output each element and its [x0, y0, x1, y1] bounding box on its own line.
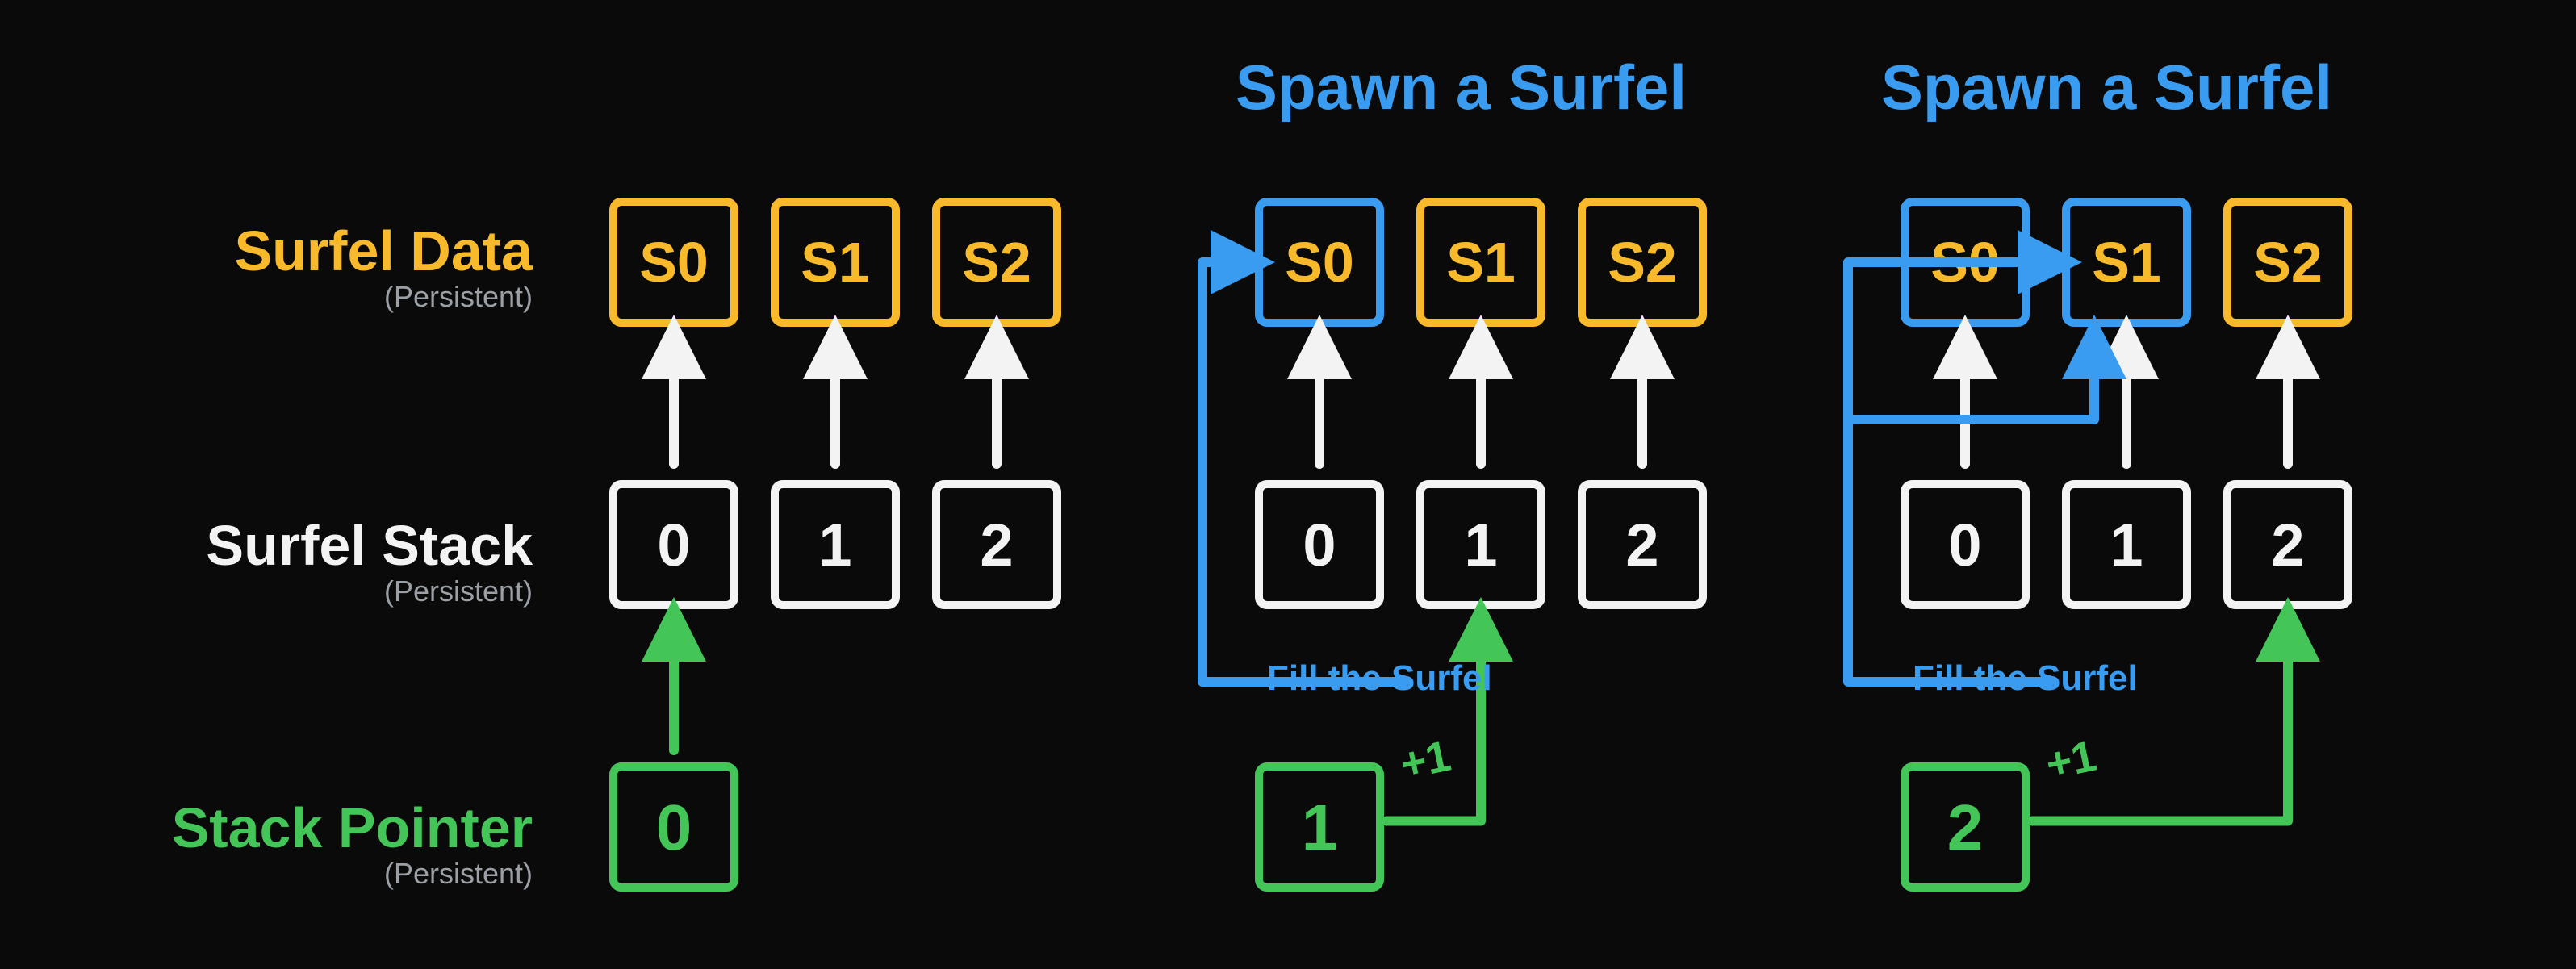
- stack-pointer-value: 1: [1302, 791, 1338, 863]
- fill-label: Fill the Surfel: [1267, 658, 1492, 698]
- surfel-stack-cell-text: 2: [1625, 512, 1658, 578]
- frame-1: Spawn a Surfel S0 S1 S2 0 1 2 1 +1 Fill the Surfe…: [1202, 52, 1703, 888]
- surfel-stack-cell-text: 2: [980, 512, 1013, 578]
- surfel-data-cell-text: S1: [1446, 231, 1516, 294]
- surfel-stack-cell-text: 1: [818, 512, 851, 578]
- surfel-stack-label: Surfel Stack: [206, 514, 533, 577]
- surfel-data-cell-text: S0: [639, 231, 709, 294]
- plus-one-label: +1: [2042, 732, 2101, 789]
- surfel-data-cell-text: S0: [1285, 231, 1354, 294]
- plus-one-label: +1: [1396, 732, 1455, 789]
- surfel-stack-cell-text: 0: [657, 512, 690, 578]
- spawn-title: Spawn a Surfel: [1881, 52, 2332, 123]
- surfel-data-cell-text: S1: [801, 231, 870, 294]
- stack-pointer-label: Stack Pointer: [172, 796, 533, 859]
- surfel-data-cell-text: S1: [2092, 231, 2161, 294]
- stack-pointer-persistent: (Persistent): [384, 857, 533, 890]
- stack-pointer-value: 2: [1947, 791, 1984, 863]
- diagram-root: Surfel Data (Persistent) Surfel Stack (P…: [0, 0, 2576, 969]
- surfel-stack-cell-text: 2: [2271, 512, 2304, 578]
- frame-2: Spawn a SurfelS0S1S20122+1Fill the Surfe…: [1848, 52, 2348, 888]
- surfel-data-cell-text: S2: [2253, 231, 2323, 294]
- surfel-data-label: Surfel Data: [234, 219, 533, 282]
- surfel-data-persistent: (Persistent): [384, 280, 533, 313]
- frame-0: S0 S1 S2 0 1 2 0: [613, 202, 1057, 888]
- surfel-data-cell-text: S2: [962, 231, 1031, 294]
- surfel-stack-persistent: (Persistent): [384, 574, 533, 608]
- surfel-stack-cell-text: 0: [1948, 512, 1981, 578]
- spawn-title: Spawn a Surfel: [1236, 52, 1687, 123]
- surfel-stack-cell-text: 1: [1464, 512, 1497, 578]
- row-labels: Surfel Data (Persistent) Surfel Stack (P…: [172, 219, 533, 890]
- surfel-stack-cell-text: 0: [1303, 512, 1336, 578]
- fill-label: Fill the Surfel: [1913, 658, 2138, 698]
- surfel-stack-cell-text: 1: [2110, 512, 2143, 578]
- surfel-data-cell-text: S2: [1608, 231, 1677, 294]
- stack-pointer-value: 0: [656, 791, 692, 863]
